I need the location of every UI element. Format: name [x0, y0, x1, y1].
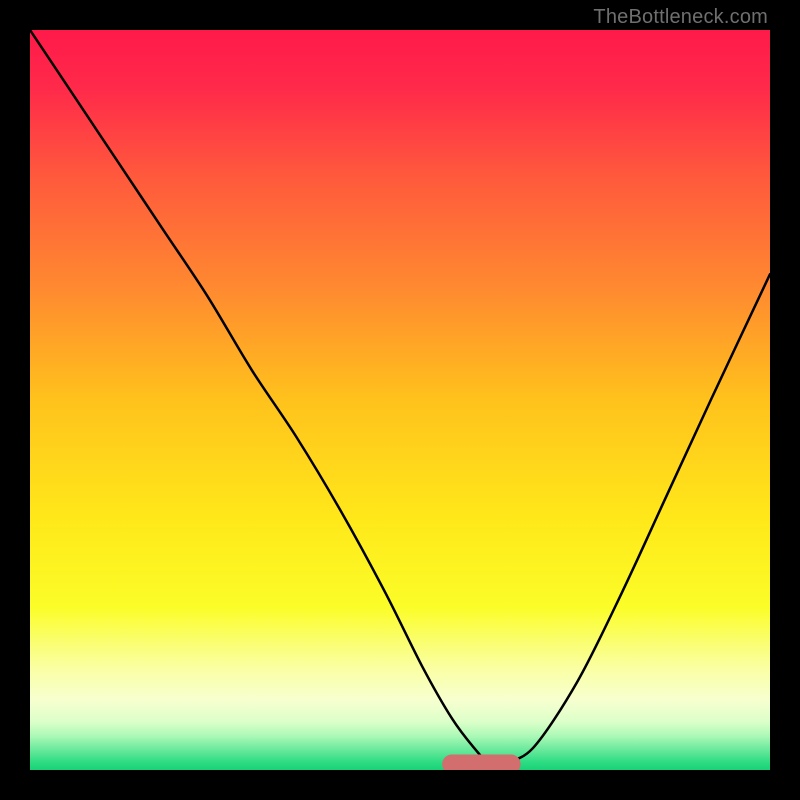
plot-area	[30, 30, 770, 770]
bottleneck-chart	[30, 30, 770, 770]
chart-container: TheBottleneck.com	[0, 0, 800, 800]
watermark-text: TheBottleneck.com	[593, 6, 768, 29]
chart-background	[30, 30, 770, 770]
